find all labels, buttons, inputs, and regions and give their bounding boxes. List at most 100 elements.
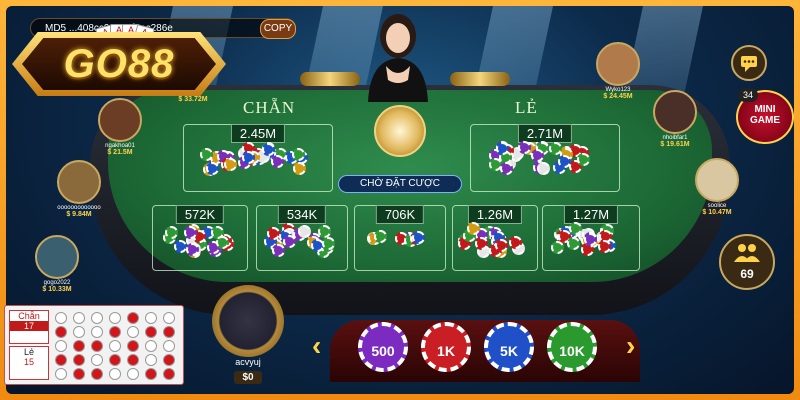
result-history[interactable]: Chẵn 17 Lẻ 15 [4, 305, 184, 385]
mini-game-label: MINI [754, 104, 776, 115]
my-player[interactable]: acvyuj $0 [210, 285, 286, 385]
history-dot [73, 340, 85, 352]
history-dot [163, 312, 175, 324]
history-dot [163, 354, 175, 366]
bet-total: 1.26M [467, 205, 523, 224]
chip-10k-button[interactable]: 10K [547, 322, 597, 372]
avatar [35, 235, 79, 279]
history-dot [91, 340, 103, 352]
player-balance: $ 21.5M [107, 149, 133, 156]
history-dot [91, 326, 103, 338]
chip-5k-button[interactable]: 5K [484, 322, 534, 372]
bet-chip [536, 161, 550, 175]
bet-chip [474, 236, 488, 250]
history-dot [127, 368, 139, 380]
history-dot [145, 354, 157, 366]
history-dot [163, 326, 175, 338]
even-label: Chẵn [18, 311, 40, 321]
dealer-avatar [368, 14, 428, 102]
mini-game-badge: 34 [738, 88, 758, 102]
bet-chip [242, 150, 256, 164]
bet-total: 572K [175, 205, 225, 224]
player-seat[interactable]: ngakhoa01 $ 21.5M [85, 98, 155, 156]
history-dot [127, 326, 139, 338]
bet-total: 1.27M [563, 205, 619, 224]
bet-total: 2.71M [517, 124, 573, 143]
history-dot [73, 354, 85, 366]
avatar [596, 42, 640, 86]
chevron-left-icon[interactable]: ‹ [312, 330, 321, 362]
my-name: acvyuj [235, 357, 261, 367]
history-dot [163, 368, 175, 380]
player-seat[interactable]: $ 33.72M [158, 96, 228, 103]
history-dot [109, 312, 121, 324]
game-status: CHỜ ĐẶT CƯỢC [338, 175, 462, 193]
go88-logo: A A A A GO88 [12, 24, 226, 100]
history-dot [55, 340, 67, 352]
chat-button[interactable] [731, 45, 767, 81]
history-dot [145, 340, 157, 352]
bet-total: 534K [277, 205, 327, 224]
bet-chip [321, 236, 335, 250]
bet-chip [496, 141, 510, 155]
player-balance: $ 10.47M [702, 209, 732, 216]
history-dot [91, 312, 103, 324]
table-ornament [450, 72, 510, 86]
player-balance: $ 10.33M [42, 286, 72, 293]
chevron-right-icon[interactable]: › [626, 330, 635, 362]
history-dot [109, 326, 121, 338]
bet-chip [499, 161, 513, 175]
history-dot [55, 326, 67, 338]
player-balance: $ 9.84M [66, 211, 92, 218]
history-dot [145, 312, 157, 324]
player-seat[interactable]: soolice $ 10.47M [682, 158, 752, 216]
my-balance: $0 [234, 371, 262, 384]
player-seat[interactable]: gogo2022 $ 10.33M [22, 235, 92, 293]
bet-chip [411, 231, 425, 245]
bet-chip [291, 147, 305, 161]
player-balance: $ 33.72M [178, 96, 208, 103]
chat-icon [741, 56, 757, 72]
history-dot [73, 368, 85, 380]
bet-chip [597, 240, 611, 254]
chip-1k-button[interactable]: 1K [421, 322, 471, 372]
history-dot [73, 326, 85, 338]
history-dot [91, 354, 103, 366]
odd-side-label: LẺ [515, 98, 538, 117]
even-side-label: CHẴN [243, 98, 296, 117]
history-dot [127, 340, 139, 352]
my-avatar [212, 285, 284, 357]
bet-chip [517, 140, 531, 154]
player-seat[interactable]: nhoibfar1 $ 19.61M [640, 90, 710, 148]
history-dot [91, 368, 103, 380]
history-dot [55, 312, 67, 324]
odd-count: 15 [23, 357, 34, 367]
bet-chip [494, 238, 508, 252]
player-seat[interactable]: ooooooooooooo $ 9.84M [44, 160, 114, 218]
odd-count-cell: Lẻ 15 [9, 346, 49, 380]
avatar [653, 90, 697, 134]
dice-bowl [374, 105, 426, 157]
logo-text: GO88 [63, 42, 175, 86]
bet-total: 706K [375, 205, 425, 224]
even-count: 17 [10, 321, 48, 331]
odd-label: Lẻ [23, 347, 34, 357]
history-summary: Chẵn 17 Lẻ 15 [9, 310, 49, 380]
bet-chip [205, 162, 219, 176]
history-dot [145, 326, 157, 338]
chip-500-button[interactable]: 500 [358, 322, 408, 372]
avatar [695, 158, 739, 202]
history-dot [109, 368, 121, 380]
bet-chip [271, 244, 285, 258]
history-dot [109, 354, 121, 366]
copy-button[interactable]: COPY [260, 19, 296, 39]
online-count: 69 [740, 267, 754, 281]
online-users-button[interactable]: 69 [719, 234, 775, 290]
history-dot [145, 368, 157, 380]
player-balance: $ 19.61M [660, 141, 690, 148]
bet-chip [576, 152, 590, 166]
users-icon [734, 244, 760, 262]
history-dot [127, 312, 139, 324]
bet-total: 2.45M [230, 124, 286, 143]
history-dot [127, 354, 139, 366]
